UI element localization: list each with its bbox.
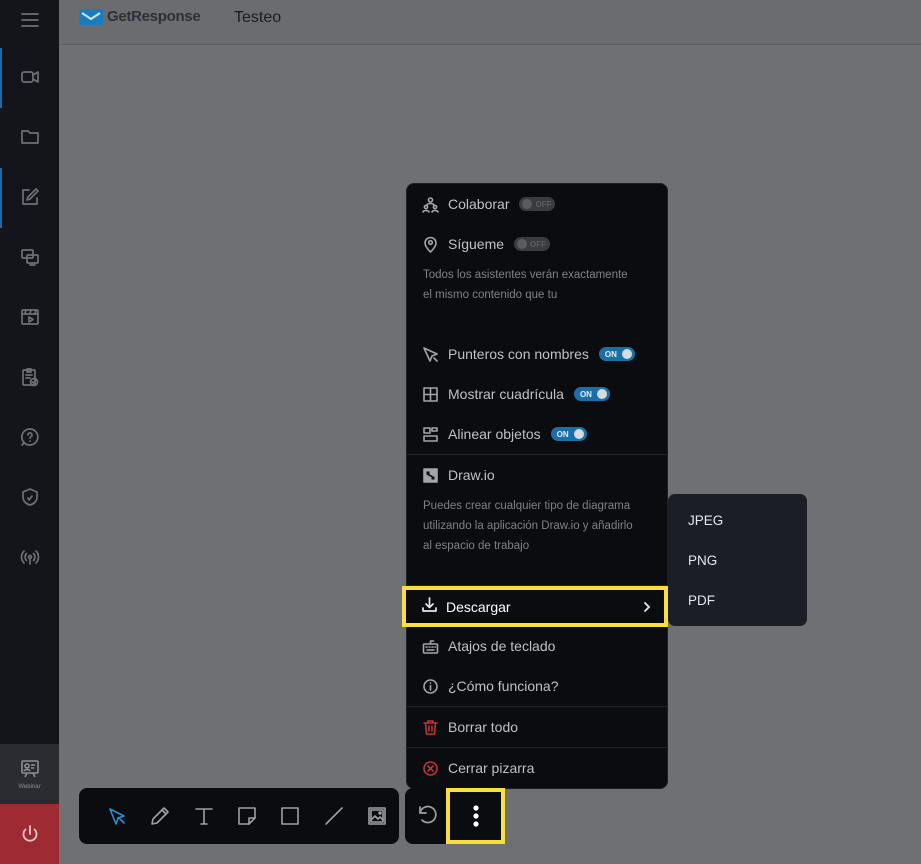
menu-item-shortcuts[interactable]: Atajos de teclado [407,626,667,666]
note-icon [238,807,256,825]
select-icon [108,808,125,825]
submenu-item-jpeg[interactable]: JPEG [688,513,723,528]
folder-icon[interactable] [0,116,59,156]
drawio-description: Puedes crear cualquier tipo de diagrama … [423,500,633,552]
align-label: Alinear objetos [448,426,541,442]
info-icon [422,678,439,695]
edit-icon[interactable] [0,177,59,217]
menu-item-download[interactable]: Descargar [402,586,668,627]
menu-item-close-board[interactable]: Cerrar pizarra [407,748,667,788]
grid-toggle[interactable]: ON [573,387,610,401]
menu-item-collaborate[interactable]: Colaborar OFF [407,184,667,224]
clear-label: Borrar todo [448,719,519,735]
pointer-icon [422,346,439,363]
select-tool[interactable] [95,796,138,836]
undo-button[interactable] [415,802,443,830]
screens-icon[interactable] [0,237,59,277]
menu-item-pointers[interactable]: Punteros con nombres ON [407,334,667,374]
video-icon[interactable] [0,57,59,97]
text-icon [194,808,213,825]
submenu-item-png[interactable]: PNG [688,553,717,568]
collaborate-toggle[interactable]: OFF [519,197,556,211]
chevron-right-icon [641,599,653,615]
broadcast-icon[interactable] [0,537,59,577]
clipboard-check-icon[interactable] [0,357,59,397]
close-circle-icon [422,760,439,777]
power-button[interactable] [0,804,59,864]
more-options-button[interactable] [446,788,505,844]
drawio-label: Draw.io [448,467,495,483]
note-tool[interactable] [225,796,268,836]
rectangle-icon [281,807,300,825]
power-icon [22,825,37,842]
follow-label: Sígueme [448,236,505,252]
pencil-icon [151,807,169,825]
line-icon [325,807,343,825]
help-icon[interactable] [0,417,59,457]
undo-icon [419,805,437,824]
how-label: ¿Cómo funciona? [448,678,559,694]
menu-item-grid[interactable]: Mostrar cuadrícula ON [407,374,667,414]
more-vertical-icon [472,805,479,827]
pencil-tool[interactable] [138,796,181,836]
line-tool[interactable] [312,796,355,836]
image-icon [368,807,387,825]
collaborate-label: Colaborar [448,196,510,212]
follow-description: Todos los asistentes verán exactamente e… [423,269,628,301]
menu-item-clear-all[interactable]: Borrar todo [407,707,667,747]
download-label: Descargar [446,598,511,615]
webinar-icon [20,760,39,778]
sidebar: Webinar [0,0,59,864]
envelope-logo-icon [79,8,103,25]
menu-item-align[interactable]: Alinear objetos ON [407,414,667,454]
menu-item-drawio[interactable]: Draw.io [407,455,667,495]
align-icon [422,426,439,443]
pointers-label: Punteros con nombres [448,346,589,362]
download-icon [421,596,438,618]
webinar-label: Webinar [18,784,41,790]
close-label: Cerrar pizarra [448,760,535,776]
drawing-toolbar [79,788,399,844]
logo-text: GetResponse [107,8,201,25]
follow-toggle[interactable]: OFF [514,237,551,251]
media-icon[interactable] [0,297,59,337]
shield-icon[interactable] [0,477,59,517]
download-submenu: JPEG PNG PDF [668,494,807,626]
page-title: Testeo [234,9,282,26]
rectangle-tool[interactable] [269,796,312,836]
grid-icon [422,386,439,403]
drawio-icon [422,467,439,484]
menu-item-how-it-works[interactable]: ¿Cómo funciona? [407,666,667,706]
getresponse-logo[interactable]: GetResponse [79,8,201,25]
trash-icon [422,719,439,736]
options-menu: Colaborar OFF Sígueme OFF Todos los asis… [406,183,668,789]
image-tool[interactable] [356,796,399,836]
shortcuts-label: Atajos de teclado [448,638,556,654]
users-icon [422,196,439,213]
grid-label: Mostrar cuadrícula [448,386,564,402]
text-tool[interactable] [182,796,225,836]
header: GetResponse Testeo [59,0,921,45]
location-pin-icon [422,236,439,253]
menu-icon[interactable] [0,0,59,40]
pointers-toggle[interactable]: ON [598,347,635,361]
align-toggle[interactable]: ON [550,427,587,441]
webinar-button[interactable]: Webinar [0,744,59,804]
keyboard-icon [422,638,439,655]
menu-item-follow[interactable]: Sígueme OFF [407,224,667,264]
submenu-item-pdf[interactable]: PDF [688,593,715,608]
